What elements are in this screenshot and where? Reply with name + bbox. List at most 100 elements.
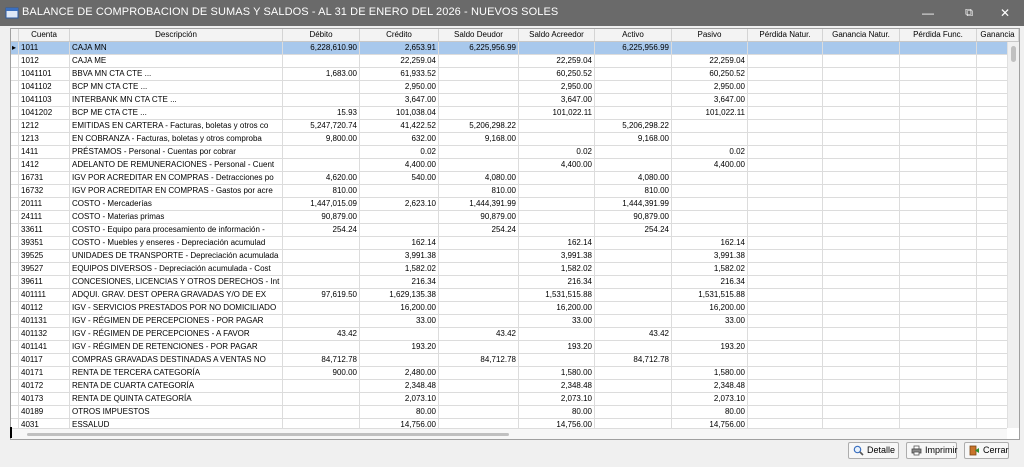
table-cell[interactable]	[823, 120, 900, 132]
table-cell[interactable]: 80.00	[519, 406, 595, 418]
table-cell[interactable]: 1,629,135.38	[360, 289, 439, 301]
table-row[interactable]: 40112 IGV - SERVICIOS PRESTADOS POR NO DO…	[11, 302, 1007, 315]
table-cell[interactable]: 540.00	[360, 172, 439, 184]
table-cell[interactable]	[283, 250, 360, 262]
table-cell[interactable]: 1,582.02	[360, 263, 439, 275]
table-cell[interactable]: 254.24	[439, 224, 519, 236]
table-cell[interactable]: 6,225,956.99	[595, 42, 672, 54]
table-cell[interactable]: ADELANTO DE REMUNERACIONES - Personal - …	[70, 159, 283, 171]
table-cell[interactable]: 80.00	[360, 406, 439, 418]
table-cell[interactable]	[748, 94, 823, 106]
data-grid[interactable]: Cuenta Descripción Débito Crédito Saldo Deud…	[10, 28, 1020, 440]
table-cell[interactable]	[748, 198, 823, 210]
table-cell[interactable]: 401111	[19, 289, 70, 301]
column-header[interactable]: Saldo Acreedor	[519, 29, 595, 41]
table-cell[interactable]: 1,582.02	[519, 263, 595, 275]
horizontal-scrollbar[interactable]	[11, 428, 1007, 439]
table-cell[interactable]	[977, 42, 1007, 54]
table-cell[interactable]	[519, 133, 595, 145]
table-cell[interactable]	[595, 380, 672, 392]
table-cell[interactable]	[672, 211, 748, 223]
table-cell[interactable]	[900, 341, 977, 353]
table-row[interactable]: ▸ 1011 CAJA MN 6,228,610.90 2,653.91 6,225,95…	[11, 42, 1007, 55]
table-cell[interactable]: 3,991.38	[519, 250, 595, 262]
row-indicator[interactable]	[11, 211, 19, 223]
table-cell[interactable]	[977, 276, 1007, 288]
table-cell[interactable]	[748, 276, 823, 288]
table-cell[interactable]: 40171	[19, 367, 70, 379]
table-cell[interactable]: OTROS IMPUESTOS	[70, 406, 283, 418]
table-cell[interactable]	[900, 172, 977, 184]
table-cell[interactable]	[823, 42, 900, 54]
table-cell[interactable]: 101,022.11	[672, 107, 748, 119]
table-row[interactable]: 40171 RENTA DE TERCERA CATEGORÍA 900.00 2,4…	[11, 367, 1007, 380]
table-cell[interactable]	[823, 224, 900, 236]
table-cell[interactable]: 61,933.52	[360, 68, 439, 80]
table-cell[interactable]	[672, 42, 748, 54]
table-cell[interactable]	[672, 185, 748, 197]
table-cell[interactable]: IGV - RÉGIMEN DE PERCEPCIONES - A FAVOR	[70, 328, 283, 340]
table-cell[interactable]	[823, 133, 900, 145]
table-cell[interactable]: 3,647.00	[519, 94, 595, 106]
table-cell[interactable]	[439, 276, 519, 288]
table-cell[interactable]	[977, 393, 1007, 405]
table-cell[interactable]: PRÉSTAMOS - Personal - Cuentas por cobra…	[70, 146, 283, 158]
table-cell[interactable]: COMPRAS GRAVADAS DESTINADAS A VENTAS NO	[70, 354, 283, 366]
table-cell[interactable]: COSTO - Mercaderías	[70, 198, 283, 210]
table-cell[interactable]: 3,647.00	[672, 94, 748, 106]
table-cell[interactable]	[900, 185, 977, 197]
table-cell[interactable]: 2,623.10	[360, 198, 439, 210]
column-header[interactable]: Ganancia	[977, 29, 1019, 41]
table-cell[interactable]	[977, 68, 1007, 80]
table-cell[interactable]: 40112	[19, 302, 70, 314]
table-cell[interactable]: 2,073.10	[519, 393, 595, 405]
table-cell[interactable]	[823, 380, 900, 392]
table-cell[interactable]: 401132	[19, 328, 70, 340]
table-cell[interactable]	[439, 393, 519, 405]
table-cell[interactable]	[977, 328, 1007, 340]
row-indicator[interactable]	[11, 289, 19, 301]
table-cell[interactable]: 1,580.00	[519, 367, 595, 379]
table-cell[interactable]: 16,200.00	[672, 302, 748, 314]
row-indicator[interactable]	[11, 393, 19, 405]
table-cell[interactable]: 2,950.00	[519, 81, 595, 93]
table-cell[interactable]: CONCESIONES, LICENCIAS Y OTROS DERECHOS …	[70, 276, 283, 288]
table-cell[interactable]	[748, 237, 823, 249]
table-row[interactable]: 40189 OTROS IMPUESTOS 80.00 80.00 80.00	[11, 406, 1007, 419]
table-cell[interactable]: 40189	[19, 406, 70, 418]
table-row[interactable]: 33611 COSTO - Equipo para procesamiento d…	[11, 224, 1007, 237]
table-cell[interactable]	[823, 367, 900, 379]
table-cell[interactable]: 4,080.00	[595, 172, 672, 184]
table-cell[interactable]	[748, 42, 823, 54]
table-cell[interactable]: 2,348.48	[519, 380, 595, 392]
table-cell[interactable]: 254.24	[595, 224, 672, 236]
table-cell[interactable]: RENTA DE CUARTA CATEGORÍA	[70, 380, 283, 392]
table-cell[interactable]: 1041202	[19, 107, 70, 119]
table-cell[interactable]	[595, 250, 672, 262]
table-cell[interactable]	[439, 315, 519, 327]
table-cell[interactable]	[748, 68, 823, 80]
table-row[interactable]: 1041202 BCP ME CTA CTE ... 15.93 101,038.04…	[11, 107, 1007, 120]
table-cell[interactable]	[748, 302, 823, 314]
table-row[interactable]: 4031 ESSALUD 14,756.00 14,756.00 14,756.00	[11, 419, 1007, 428]
table-cell[interactable]: UNIDADES DE TRANSPORTE - Depreciación ac…	[70, 250, 283, 262]
row-indicator[interactable]	[11, 81, 19, 93]
table-cell[interactable]	[900, 406, 977, 418]
row-indicator[interactable]: ▸	[11, 42, 19, 54]
table-cell[interactable]: 632.00	[360, 133, 439, 145]
table-cell[interactable]	[823, 237, 900, 249]
table-cell[interactable]: 6,225,956.99	[439, 42, 519, 54]
table-cell[interactable]	[360, 211, 439, 223]
table-cell[interactable]: 2,348.48	[672, 380, 748, 392]
table-cell[interactable]	[283, 276, 360, 288]
table-cell[interactable]	[672, 328, 748, 340]
table-cell[interactable]	[283, 94, 360, 106]
table-row[interactable]: 20111 COSTO - Mercaderías 1,447,015.09 2,62…	[11, 198, 1007, 211]
table-cell[interactable]	[439, 250, 519, 262]
table-cell[interactable]	[977, 94, 1007, 106]
table-cell[interactable]	[823, 289, 900, 301]
table-cell[interactable]: 193.20	[360, 341, 439, 353]
table-cell[interactable]: 39351	[19, 237, 70, 249]
table-cell[interactable]: 33611	[19, 224, 70, 236]
table-cell[interactable]: 24111	[19, 211, 70, 223]
